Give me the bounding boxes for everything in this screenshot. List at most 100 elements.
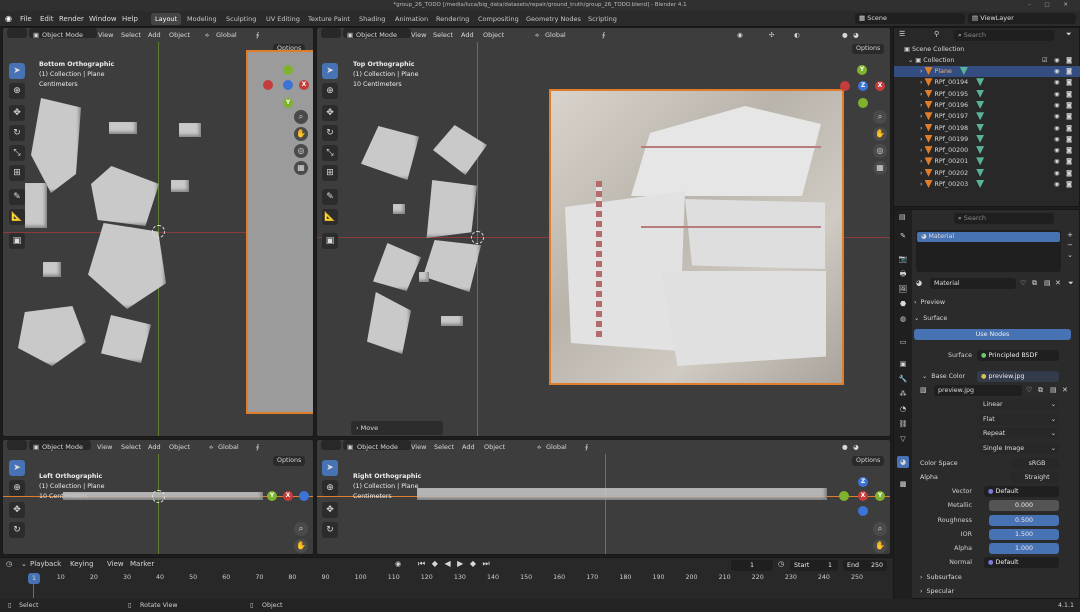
gizmo-neg-y-icon[interactable] bbox=[839, 491, 849, 501]
camera-render-icon[interactable]: ◙ bbox=[1066, 145, 1072, 156]
surface-panel-header[interactable]: ⌄ Surface bbox=[914, 313, 947, 324]
fragment-mesh[interactable] bbox=[441, 316, 463, 326]
output-tab-icon[interactable]: 🖶 bbox=[897, 268, 909, 280]
gizmo-z-icon[interactable]: Z bbox=[858, 477, 868, 487]
fragment-mesh[interactable] bbox=[373, 243, 421, 291]
eye-icon[interactable]: ◉ bbox=[1054, 145, 1060, 156]
fragment-mesh[interactable] bbox=[101, 315, 151, 363]
rotate-tool-icon[interactable]: ↻ bbox=[9, 522, 25, 538]
fragment-mesh[interactable] bbox=[393, 204, 405, 214]
slot-controls[interactable]: + − ⌄ bbox=[1065, 230, 1075, 260]
gizmo-x-icon[interactable]: X bbox=[283, 491, 293, 501]
camera-render-icon[interactable]: ◙ bbox=[1066, 111, 1072, 122]
fragment-mesh[interactable] bbox=[179, 123, 201, 137]
material-slot-list[interactable]: ◕ Material bbox=[916, 230, 1061, 272]
eye-icon[interactable]: ◉ bbox=[1054, 100, 1060, 111]
camera-render-icon[interactable]: ◙ bbox=[1066, 89, 1072, 100]
cursor-tool-icon[interactable]: ⊕ bbox=[322, 83, 338, 99]
duplicate-icon[interactable]: ⧉ bbox=[1032, 279, 1037, 288]
gizmo-neg-y-icon[interactable] bbox=[858, 98, 868, 108]
window-controls[interactable]: – ▢ ✕ bbox=[1028, 0, 1074, 11]
properties-editor-icon[interactable]: ▤ bbox=[899, 213, 906, 221]
modifier-tab-icon[interactable]: 🔧 bbox=[897, 373, 909, 385]
expand-icon[interactable]: › bbox=[920, 181, 925, 188]
material-tab-icon[interactable]: ◕ bbox=[897, 456, 909, 468]
move-tool-icon[interactable]: ✥ bbox=[9, 105, 25, 121]
fragment-mesh[interactable] bbox=[361, 126, 419, 180]
expand-icon[interactable]: › bbox=[920, 68, 925, 75]
extension-dropdown[interactable]: Repeat ⌄ bbox=[979, 428, 1059, 439]
transform-orientation[interactable]: Global bbox=[545, 28, 566, 42]
snap-icon[interactable]: ∮ bbox=[602, 28, 605, 42]
expand-icon[interactable]: › bbox=[920, 136, 925, 143]
outliner-item[interactable]: › RPf_00200 ◉ ◙ bbox=[894, 145, 1080, 156]
eye-icon[interactable]: ◉ bbox=[1054, 77, 1060, 88]
gizmo-y-icon[interactable]: Y bbox=[875, 491, 885, 501]
outliner-item[interactable]: › RPf_00201 ◉ ◙ bbox=[894, 156, 1080, 167]
visibility-icon[interactable]: ◉ bbox=[737, 28, 743, 42]
annotate-tool-icon[interactable]: ✎ bbox=[9, 189, 25, 205]
options-button[interactable]: Options bbox=[273, 456, 306, 466]
pan-hand-icon[interactable]: ✋ bbox=[294, 127, 308, 141]
annotate-tool-icon[interactable]: ✎ bbox=[322, 189, 338, 205]
pan-hand-icon[interactable]: ✋ bbox=[294, 539, 308, 553]
fake-user-icon[interactable]: ♡ bbox=[1026, 386, 1032, 394]
tab-geometry-nodes[interactable]: Geometry Nodes bbox=[522, 13, 585, 25]
menu-edit[interactable]: Edit bbox=[40, 11, 54, 27]
outliner-item[interactable]: › RPf_00196 ◉ ◙ bbox=[894, 100, 1080, 111]
menu-object[interactable]: Object bbox=[484, 440, 505, 454]
transform-orientation[interactable]: Global bbox=[216, 28, 237, 42]
expand-icon[interactable]: › bbox=[920, 170, 925, 177]
tab-compositing[interactable]: Compositing bbox=[474, 13, 523, 25]
shading-material-icon[interactable]: ◕ bbox=[853, 28, 859, 42]
operator-panel[interactable]: › Move bbox=[351, 421, 443, 435]
pan-hand-icon[interactable]: ✋ bbox=[873, 539, 887, 553]
scene-tab-icon[interactable]: ⬣ bbox=[897, 298, 909, 310]
camera-render-icon[interactable]: ◙ bbox=[1066, 179, 1072, 190]
camera-render-icon[interactable]: ◙ bbox=[1066, 66, 1072, 77]
camera-render-icon[interactable]: ◙ bbox=[1066, 168, 1072, 179]
collection-tab-icon[interactable]: ▭ bbox=[897, 336, 909, 348]
filter-icon[interactable]: ⚲ bbox=[934, 30, 939, 38]
camera-render-icon[interactable]: ◙ bbox=[1066, 156, 1072, 167]
zoom-icon[interactable]: ⌕ bbox=[873, 522, 887, 536]
tab-scripting[interactable]: Scripting bbox=[584, 13, 621, 25]
menu-help[interactable]: Help bbox=[122, 11, 138, 27]
shading-material-icon[interactable]: ◕ bbox=[853, 440, 859, 454]
camera-render-icon[interactable]: ◙ bbox=[1066, 55, 1072, 66]
zoom-icon[interactable]: ⌕ bbox=[294, 110, 308, 124]
base-color-row[interactable]: ⌄ Base Color bbox=[922, 371, 965, 382]
duplicate-icon[interactable]: ⧉ bbox=[1038, 386, 1043, 395]
fragment-mesh[interactable] bbox=[423, 240, 481, 292]
tab-uv-editing[interactable]: UV Editing bbox=[262, 13, 304, 25]
add-cube-tool-icon[interactable]: ▣ bbox=[9, 233, 25, 249]
eye-icon[interactable]: ◉ bbox=[1054, 134, 1060, 145]
fragment-mesh[interactable] bbox=[91, 166, 159, 226]
alpha-mode-dropdown[interactable]: Straight bbox=[1011, 472, 1059, 483]
world-tab-icon[interactable]: ◍ bbox=[897, 313, 909, 325]
tab-rendering[interactable]: Rendering bbox=[432, 13, 473, 25]
gizmo-z-icon[interactable]: Z bbox=[858, 81, 868, 91]
menu-file[interactable]: File bbox=[20, 11, 32, 27]
3d-cursor-icon[interactable] bbox=[471, 231, 484, 244]
ior-slider[interactable]: 1.500 bbox=[989, 529, 1059, 540]
outliner-item[interactable]: › RPf_00195 ◉ ◙ bbox=[894, 89, 1080, 100]
specular-panel-header[interactable]: › Specular bbox=[920, 586, 954, 597]
physics-tab-icon[interactable]: ◔ bbox=[897, 403, 909, 415]
outliner-item[interactable]: › RPf_00198 ◉ ◙ bbox=[894, 123, 1080, 134]
gizmo-neg-x-icon[interactable] bbox=[840, 81, 850, 91]
3d-cursor-icon[interactable] bbox=[152, 490, 165, 503]
gizmo-z-icon[interactable] bbox=[299, 491, 309, 501]
zoom-icon[interactable]: ⌕ bbox=[873, 110, 887, 124]
cursor-tool-icon[interactable]: ⊕ bbox=[9, 83, 25, 99]
editor-type-button[interactable] bbox=[321, 28, 341, 38]
zoom-icon[interactable]: ⌕ bbox=[294, 522, 308, 536]
particles-tab-icon[interactable]: ⁂ bbox=[897, 388, 909, 400]
gizmo-z-icon[interactable] bbox=[283, 80, 293, 90]
fragments-side-view[interactable] bbox=[417, 488, 827, 500]
properties-editor[interactable]: ✎ 📷 🖶 🖼 ⬣ ◍ ▭ ▣ 🔧 ⁂ ◔ ⛓ ▽ ◕ ▩ ▤ ⌕ Search… bbox=[893, 209, 1080, 600]
menu-select[interactable]: Select bbox=[434, 440, 454, 454]
add-cube-tool-icon[interactable]: ▣ bbox=[322, 233, 338, 249]
menu-object[interactable]: Object bbox=[483, 28, 504, 42]
normal-field[interactable]: ● Default bbox=[984, 557, 1059, 568]
